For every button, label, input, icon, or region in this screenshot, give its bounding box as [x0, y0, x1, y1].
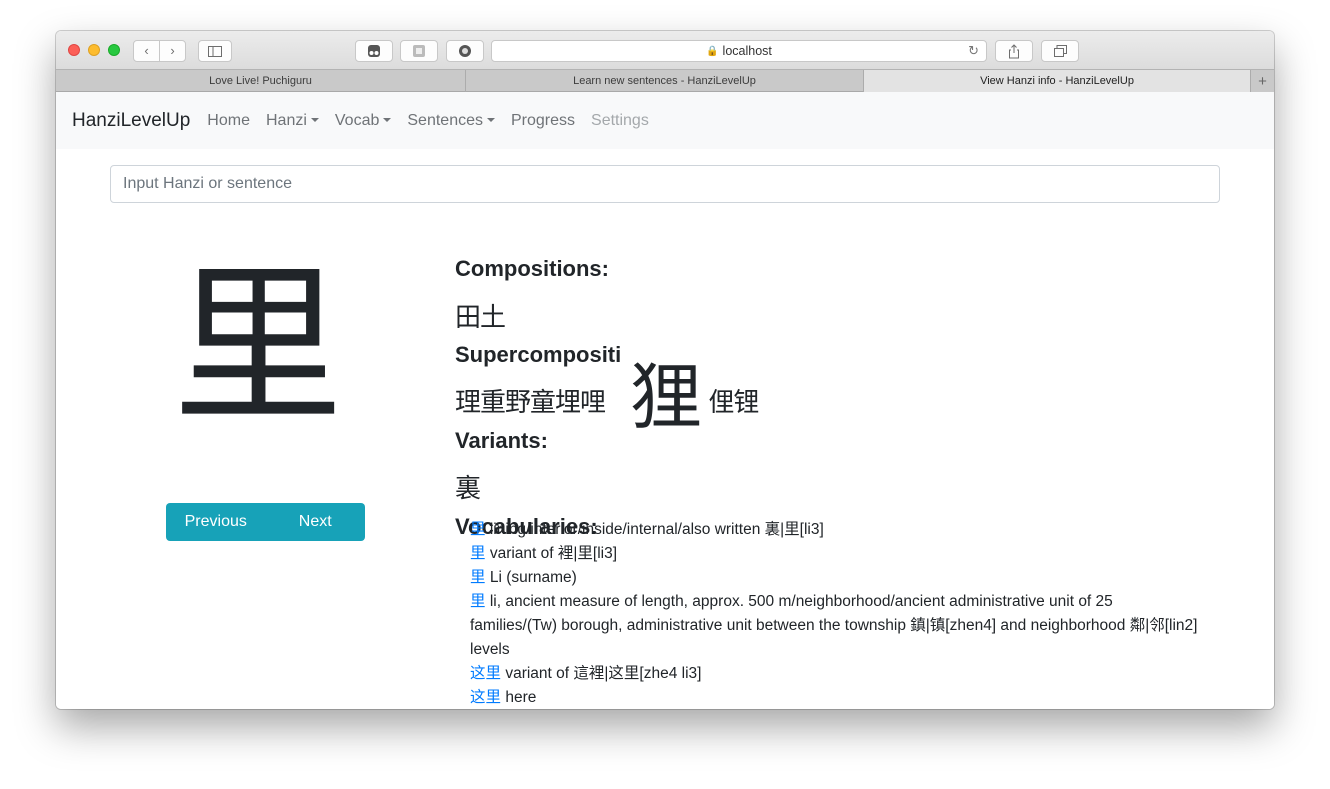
title-bar: ‹ › 🔒 localhost ↻ — [56, 31, 1274, 69]
back-icon[interactable]: ‹ — [134, 41, 159, 61]
nav-label: Progress — [510, 111, 576, 129]
hover-preview-character: 狸 — [626, 357, 706, 437]
supercompositions-chars-left[interactable]: 理重野童埋哩 — [455, 382, 606, 419]
vocab-definition: li, ancient measure of length, approx. 5… — [470, 593, 1198, 658]
nav-label: Hanzi — [265, 111, 307, 129]
brand-link[interactable]: HanziLevelUp — [72, 110, 190, 132]
browser-tab[interactable]: Love Live! Puchiguru — [56, 70, 466, 92]
nav-label: Settings — [591, 111, 649, 129]
vocab-definition: variant of 這裡|这里[zhe4 li3] — [501, 665, 702, 682]
site-navbar: HanziLevelUp Home Hanzi Vocab Sentences … — [56, 92, 1274, 149]
vocab-item: 里 variant of 裡|里[li3] — [470, 542, 1200, 566]
reload-icon[interactable]: ↻ — [968, 43, 979, 59]
browser-tab[interactable]: Learn new sentences - HanziLevelUp — [466, 70, 864, 92]
vocabulary-list: 里 lining/interior/inside/internal/also w… — [470, 518, 1200, 709]
history-nav: ‹ › — [133, 40, 186, 62]
tabs-overview-icon — [1053, 45, 1067, 57]
caret-down-icon — [383, 117, 392, 122]
share-button[interactable] — [995, 40, 1033, 62]
lock-icon: 🔒 — [706, 45, 719, 57]
vocab-item: 里 Li (surname) — [470, 566, 1200, 590]
vocab-word-link[interactable]: 这里 — [470, 665, 501, 682]
variants-chars[interactable]: 裏 — [455, 468, 481, 505]
vocab-word-link[interactable]: 里 — [470, 545, 486, 562]
vocab-word-link[interactable]: 里 — [470, 569, 486, 586]
browser-window: ‹ › 🔒 localhost ↻ Love Live! Puchiguru L… — [56, 31, 1274, 709]
vocab-definition: Li (surname) — [485, 569, 577, 586]
nav-sentences-dropdown[interactable]: Sentences — [407, 112, 495, 130]
share-icon — [1009, 43, 1019, 58]
vocab-word-link[interactable]: 里 — [470, 521, 486, 538]
tab-bar: Love Live! Puchiguru Learn new sentences… — [56, 69, 1274, 92]
sidebar-icon — [208, 45, 222, 57]
vocab-item: 这里 here — [470, 686, 1200, 709]
nav-hanzi-dropdown[interactable]: Hanzi — [266, 112, 319, 130]
nav-settings[interactable]: Settings — [591, 112, 649, 130]
forward-icon[interactable]: › — [160, 41, 185, 61]
vocab-word-link[interactable]: 这里 — [470, 689, 501, 706]
address-bar[interactable]: 🔒 localhost ↻ — [491, 40, 987, 62]
supercompositions-chars-right[interactable]: !俚锂 — [699, 382, 759, 419]
extension-button[interactable] — [400, 40, 438, 62]
minimize-window-button[interactable] — [88, 44, 100, 56]
vocab-item: 这里 variant of 這裡|这里[zhe4 li3] — [470, 662, 1200, 686]
maximize-window-button[interactable] — [108, 44, 120, 56]
extension-icon — [459, 45, 471, 57]
nav-label: Home — [207, 111, 250, 129]
nav-label: Sentences — [407, 111, 483, 129]
extension-icon — [413, 45, 425, 57]
hanzi-character: 里 — [172, 248, 343, 446]
compositions-chars[interactable]: 田土 — [455, 297, 506, 334]
previous-button[interactable]: Previous — [166, 503, 266, 541]
browser-tab-active[interactable]: View Hanzi info - HanziLevelUp — [864, 70, 1251, 92]
hanzi-nav-buttons: Previous Next — [166, 503, 365, 541]
hanzi-search-input[interactable] — [110, 165, 1220, 203]
compositions-heading: Compositions: — [455, 256, 609, 281]
variants-heading: Variants: — [455, 428, 548, 453]
page-content: HanziLevelUp Home Hanzi Vocab Sentences … — [56, 92, 1274, 709]
vocab-definition: lining/interior/inside/internal/also wri… — [485, 521, 824, 538]
vocab-item: 里 lining/interior/inside/internal/also w… — [470, 518, 1200, 542]
extension-button[interactable] — [355, 40, 393, 62]
caret-down-icon — [486, 117, 495, 122]
caret-down-icon — [310, 117, 319, 122]
vocab-definition: variant of 裡|里[li3] — [485, 545, 618, 562]
extension-icon — [368, 45, 380, 57]
supercompositions-heading: Supercompositi — [455, 342, 622, 367]
new-tab-button[interactable]: + — [1251, 70, 1274, 92]
sidebar-toggle-button[interactable] — [198, 40, 232, 62]
next-button[interactable]: Next — [266, 503, 366, 541]
nav-progress[interactable]: Progress — [511, 112, 575, 130]
vocab-item: 里 li, ancient measure of length, approx.… — [470, 590, 1200, 662]
nav-vocab-dropdown[interactable]: Vocab — [334, 111, 392, 130]
url-text: localhost — [722, 44, 772, 58]
show-tabs-button[interactable] — [1041, 40, 1079, 62]
extension-button[interactable] — [446, 40, 484, 62]
vocab-word-link[interactable]: 里 — [470, 593, 486, 610]
vocab-definition: here — [501, 689, 537, 706]
nav-label: Vocab — [334, 111, 380, 129]
nav-home[interactable]: Home — [207, 112, 250, 130]
close-window-button[interactable] — [68, 44, 80, 56]
